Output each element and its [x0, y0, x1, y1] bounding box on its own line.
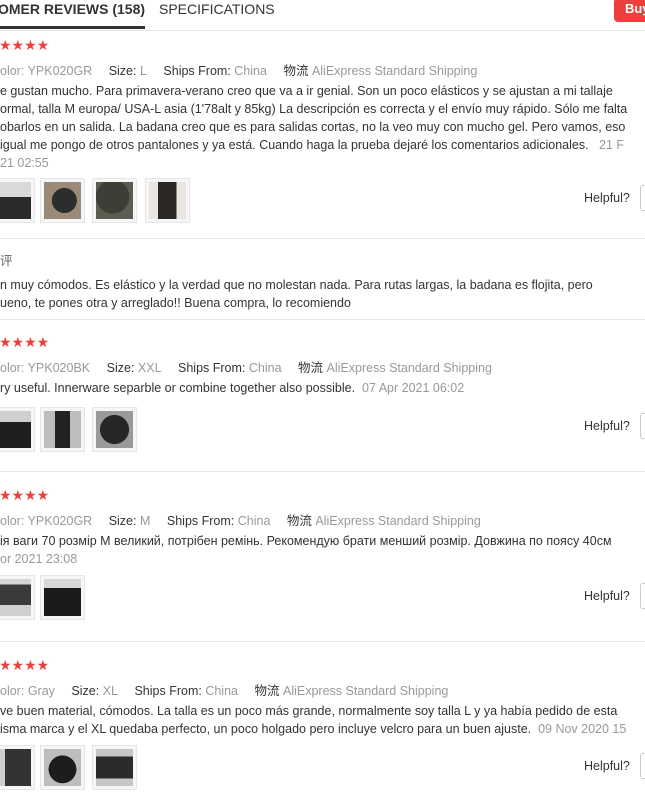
review-photo[interactable]	[40, 407, 85, 452]
review-item: ★★★★ olor: YPK020GR Size: M Ships From: …	[0, 472, 645, 642]
review-photo[interactable]	[0, 178, 35, 223]
helpful-button[interactable]	[640, 413, 645, 439]
review-photo[interactable]	[92, 407, 137, 452]
review-text: ve buen material, cómodos. La talla es u…	[0, 702, 645, 738]
review-item: ★★★★ olor: YPK020BK Size: XXL Ships From…	[0, 320, 645, 472]
star-rating: ★★★★	[0, 657, 50, 673]
review-photo[interactable]	[0, 745, 35, 790]
helpful-button[interactable]	[640, 753, 645, 779]
review-photo[interactable]	[92, 178, 137, 223]
helpful-button[interactable]	[640, 185, 645, 211]
color-value: YPK020GR	[27, 64, 93, 78]
review-text-line: ry useful. Innerware separble or combine…	[0, 381, 356, 395]
review-text-line: e gustan mucho. Para primavera-verano cr…	[0, 84, 613, 98]
review-text-line: obarlos en un salida. La badana creo que…	[0, 120, 626, 134]
color-label: olor:	[0, 514, 25, 528]
star-rating: ★★★★	[0, 334, 50, 350]
review-date: 09 Nov 2020 15	[538, 722, 627, 736]
star-rating: ★★★★	[0, 487, 50, 503]
shipping-method: AliExpress Standard Shipping	[315, 514, 481, 528]
review-text: ія ваги 70 розмір M великий, потрібен ре…	[0, 532, 645, 568]
color-value: YPK020GR	[27, 514, 93, 528]
review-date: 21 F	[599, 138, 625, 152]
review-date: 07 Apr 2021 06:02	[362, 381, 465, 395]
buy-button[interactable]: Buy	[614, 0, 645, 22]
review-photo[interactable]	[145, 178, 190, 223]
review-date: or 2021 23:08	[0, 552, 78, 566]
tab-customer-reviews[interactable]: OMER REVIEWS (158)	[0, 0, 146, 29]
logistics-label: 物流	[283, 64, 309, 78]
tab-specifications[interactable]: SPECIFICATIONS	[159, 0, 275, 28]
review-item: ★★★★ olor: YPK020GR Size: L Ships From: …	[0, 31, 645, 239]
additional-feedback-tag: 评	[0, 254, 13, 268]
color-label: olor:	[0, 361, 25, 375]
ships-from-label: Ships From:	[163, 64, 231, 78]
review-meta: olor: YPK020BK Size: XXL Ships From: Chi…	[0, 357, 492, 376]
color-label: olor:	[0, 684, 25, 698]
logistics-label: 物流	[298, 361, 324, 375]
helpful-label: Helpful?	[584, 419, 630, 433]
ships-from-label: Ships From:	[134, 684, 202, 698]
review-item: ★★★★ olor: Gray Size: XL Ships From: Chi…	[0, 642, 645, 807]
size-label: Size:	[108, 64, 137, 78]
size-label: Size:	[106, 361, 135, 375]
ships-from-value: China	[205, 684, 238, 698]
size-label: Size:	[108, 514, 137, 528]
review-text-line: ormal, talla M europa/ USA-L asia (1'78a…	[0, 102, 628, 116]
review-text-line: igual me pongo de otros pantalones y ya …	[0, 138, 589, 152]
review-photo[interactable]	[0, 575, 35, 620]
review-text: e gustan mucho. Para primavera-verano cr…	[0, 82, 645, 172]
additional-feedback-text: n muy cómodos. Es elástico y la verdad q…	[0, 276, 645, 312]
review-photo[interactable]	[40, 745, 85, 790]
helpful-label: Helpful?	[584, 589, 630, 603]
size-value: XL	[102, 684, 118, 698]
review-photo[interactable]	[92, 745, 137, 790]
review-text-line: n muy cómodos. Es elástico y la verdad q…	[0, 278, 593, 292]
helpful-button[interactable]	[640, 583, 645, 609]
logistics-label: 物流	[254, 684, 280, 698]
review-photo[interactable]	[40, 575, 85, 620]
size-value: M	[139, 514, 151, 528]
review-meta: olor: YPK020GR Size: L Ships From: China…	[0, 60, 477, 79]
color-value: YPK020BK	[27, 361, 91, 375]
ships-from-value: China	[248, 361, 282, 375]
review-text-line: ve buen material, cómodos. La talla es u…	[0, 704, 618, 718]
shipping-method: AliExpress Standard Shipping	[282, 684, 449, 698]
review-text-line: isma marca y el XL quedaba perfecto, un …	[0, 722, 532, 736]
star-rating: ★★★★	[0, 37, 50, 53]
color-value: Gray	[27, 684, 55, 698]
ships-from-label: Ships From:	[166, 514, 235, 528]
review-text-line: ія ваги 70 розмір M великий, потрібен ре…	[0, 534, 612, 548]
ships-from-label: Ships From:	[178, 361, 246, 375]
size-value: L	[139, 64, 147, 78]
size-value: XXL	[137, 361, 162, 375]
ships-from-value: China	[237, 514, 271, 528]
review-tabs: OMER REVIEWS (158) SPECIFICATIONS Buy	[0, 0, 645, 31]
logistics-label: 物流	[286, 514, 312, 528]
color-label: olor:	[0, 64, 25, 78]
review-date-continued: 21 02:55	[0, 156, 49, 170]
additional-feedback: 评 n muy cómodos. Es elástico y la verdad…	[0, 239, 645, 320]
review-text-line: ueno, te pones otra y arreglado!! Buena …	[0, 296, 351, 310]
helpful-label: Helpful?	[584, 759, 630, 773]
review-meta: olor: Gray Size: XL Ships From: China 物流…	[0, 680, 448, 699]
review-photo[interactable]	[40, 178, 85, 223]
ships-from-value: China	[234, 64, 267, 78]
shipping-method: AliExpress Standard Shipping	[311, 64, 478, 78]
helpful-label: Helpful?	[584, 191, 630, 205]
shipping-method: AliExpress Standard Shipping	[326, 361, 492, 375]
review-text: ry useful. Innerware separble or combine…	[0, 379, 645, 397]
size-label: Size:	[71, 684, 100, 698]
review-meta: olor: YPK020GR Size: M Ships From: China…	[0, 510, 481, 529]
review-photo[interactable]	[0, 407, 35, 452]
